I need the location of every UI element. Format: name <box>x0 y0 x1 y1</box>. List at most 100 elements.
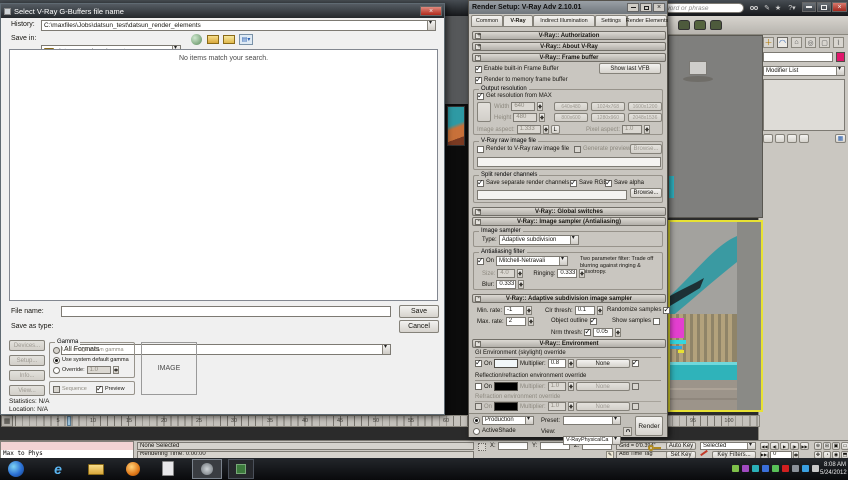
min-rate-field[interactable]: -1 <box>504 306 525 315</box>
modify-tab-icon[interactable]: ◠ <box>777 37 788 48</box>
preset-dropdown[interactable] <box>563 416 621 425</box>
expand-icon[interactable] <box>475 43 481 50</box>
split-path-field[interactable] <box>477 190 627 200</box>
render-button[interactable]: Render <box>635 416 663 436</box>
selection-lock-icon[interactable] <box>478 443 486 451</box>
viewport-lock-icon[interactable] <box>623 427 632 436</box>
aa-blur-spinner[interactable] <box>518 280 525 289</box>
max-rate-spinner[interactable] <box>527 317 534 326</box>
gi-multiplier-field[interactable]: 0.8 <box>547 359 566 368</box>
chevron-down-icon[interactable] <box>612 437 620 444</box>
activeshade-radio[interactable] <box>473 427 480 435</box>
open-mini-curve-editor-button[interactable]: ▦ <box>1 415 13 427</box>
chevron-down-icon[interactable] <box>427 21 435 30</box>
go-to-end-button[interactable]: ▶▶ <box>800 442 809 450</box>
favorites-star-icon[interactable]: ★ <box>774 3 782 12</box>
render-raw-checkbox[interactable] <box>477 145 484 153</box>
clr-thresh-field[interactable]: 0.1 <box>574 306 595 315</box>
gi-multiplier-spinner[interactable] <box>567 359 574 368</box>
restore-button[interactable] <box>640 3 652 12</box>
rollout-about-vray[interactable]: V-Ray:: About V-Ray <box>472 42 666 51</box>
gi-env-map-button[interactable]: None <box>575 359 630 368</box>
listener-script-line[interactable]: Max to Phys <box>1 450 133 458</box>
view-dropdown[interactable]: V-RayPhysicalCa <box>563 436 621 445</box>
save-alpha-checkbox[interactable] <box>605 178 612 187</box>
tray-icon-6[interactable] <box>782 465 789 472</box>
history-dropdown[interactable]: C:\maxfiles\Jobs\datsun_test\datsun_rend… <box>41 20 436 31</box>
enable-builtin-fb-checkbox[interactable] <box>475 64 482 73</box>
network-icon[interactable] <box>802 465 809 472</box>
zoom-region-icon[interactable]: ▭ <box>841 442 848 450</box>
tray-icon-3[interactable] <box>752 465 759 472</box>
sampler-type-dropdown[interactable]: Adaptive subdivision <box>498 235 579 245</box>
chevron-down-icon[interactable] <box>836 67 844 75</box>
nrm-thresh-spinner[interactable] <box>615 328 622 337</box>
file-list-area[interactable]: No items match your search. <box>9 49 438 301</box>
chevron-down-icon[interactable] <box>612 417 620 424</box>
listener-macro-line[interactable] <box>1 442 133 450</box>
modifier-list-dropdown[interactable]: Modifier List <box>763 66 845 76</box>
rollout-frame-buffer[interactable]: V-Ray:: Frame buffer <box>472 53 666 62</box>
split-browse-button[interactable]: Browse... <box>630 188 662 198</box>
refl-env-on-checkbox[interactable] <box>475 383 482 390</box>
render-to-memory-checkbox[interactable] <box>475 75 482 84</box>
save-separate-checkbox[interactable] <box>477 178 484 187</box>
next-frame-button[interactable]: |▶ <box>790 442 799 450</box>
aa-ringing-field[interactable]: 0.333 <box>557 269 578 278</box>
collapse-icon[interactable] <box>475 295 481 302</box>
tray-icon-7[interactable] <box>792 465 799 472</box>
create-tab-icon[interactable]: ＋ <box>763 37 774 48</box>
tab-indirect-illumination[interactable]: Indirect Illumination <box>533 15 595 27</box>
remove-modifier-button[interactable] <box>799 134 809 143</box>
taskbar-clock[interactable]: 8:08 AM 5/24/2012 <box>820 461 847 477</box>
speaker-icon[interactable] <box>812 465 819 472</box>
running-app-1-icon[interactable] <box>192 459 222 479</box>
binoculars-icon[interactable] <box>750 4 759 12</box>
preview-checkbox[interactable] <box>96 384 103 393</box>
close-button[interactable]: × <box>832 2 847 12</box>
motion-tab-icon[interactable]: ◎ <box>805 37 816 48</box>
collapse-icon[interactable] <box>475 340 481 347</box>
render-iterative-icon[interactable] <box>694 20 706 30</box>
raw-image-path-field[interactable] <box>477 157 661 167</box>
start-button[interactable] <box>8 461 24 477</box>
min-rate-spinner[interactable] <box>526 306 533 315</box>
cancel-button[interactable]: Cancel <box>399 320 439 333</box>
file-name-input[interactable] <box>61 306 391 317</box>
production-radio[interactable] <box>473 417 480 424</box>
collapse-icon[interactable] <box>475 54 481 61</box>
minimize-button[interactable] <box>627 3 639 12</box>
gi-env-map-checkbox[interactable] <box>631 358 639 367</box>
nrm-thresh-checkbox[interactable] <box>584 327 592 336</box>
save-rgb-checkbox[interactable] <box>570 178 577 187</box>
render-frame-window-icon[interactable] <box>678 20 690 30</box>
file-explorer-icon[interactable] <box>88 464 104 475</box>
aa-ringing-spinner[interactable] <box>579 269 586 278</box>
zoom-all-icon[interactable]: ⊞ <box>823 442 831 450</box>
play-button[interactable]: ▶ <box>780 442 789 450</box>
gi-env-color-swatch[interactable] <box>494 359 519 368</box>
show-samples-checkbox[interactable] <box>653 317 661 325</box>
aa-filter-dropdown[interactable]: Mitchell-Netravali <box>496 256 569 266</box>
rollout-environment[interactable]: V-Ray:: Environment <box>472 339 666 348</box>
aa-blur-field[interactable]: 0.333 <box>496 280 517 289</box>
view-menu-icon[interactable]: ▤▾ <box>239 34 253 45</box>
auto-key-button[interactable]: Auto Key <box>666 442 696 450</box>
chevron-down-icon[interactable] <box>382 345 390 354</box>
render-setup-titlebar[interactable]: Render Setup: V-Ray Adv 2.10.01 × <box>469 1 667 14</box>
rollout-image-sampler[interactable]: V-Ray:: Image sampler (Antialiasing) <box>472 217 666 226</box>
configure-modifier-sets-button[interactable]: ▦ <box>835 134 846 143</box>
rollout-global-switches[interactable]: V-Ray:: Global switches <box>472 207 666 216</box>
isolate-key-icon[interactable] <box>648 445 661 451</box>
running-app-2-icon[interactable] <box>228 459 254 479</box>
tab-settings[interactable]: Settings <box>595 15 627 27</box>
image-aspect-lock-button[interactable]: L <box>550 125 560 134</box>
selection-set-dropdown[interactable]: Selected <box>700 442 756 450</box>
tab-common[interactable]: Common <box>471 15 503 27</box>
get-resolution-checkbox[interactable] <box>477 91 484 100</box>
make-unique-button[interactable] <box>787 134 797 143</box>
internet-explorer-icon[interactable]: e <box>50 461 66 477</box>
viewport-top[interactable] <box>668 35 763 218</box>
override-gamma-radio[interactable] <box>53 366 60 374</box>
back-icon[interactable] <box>191 34 202 45</box>
